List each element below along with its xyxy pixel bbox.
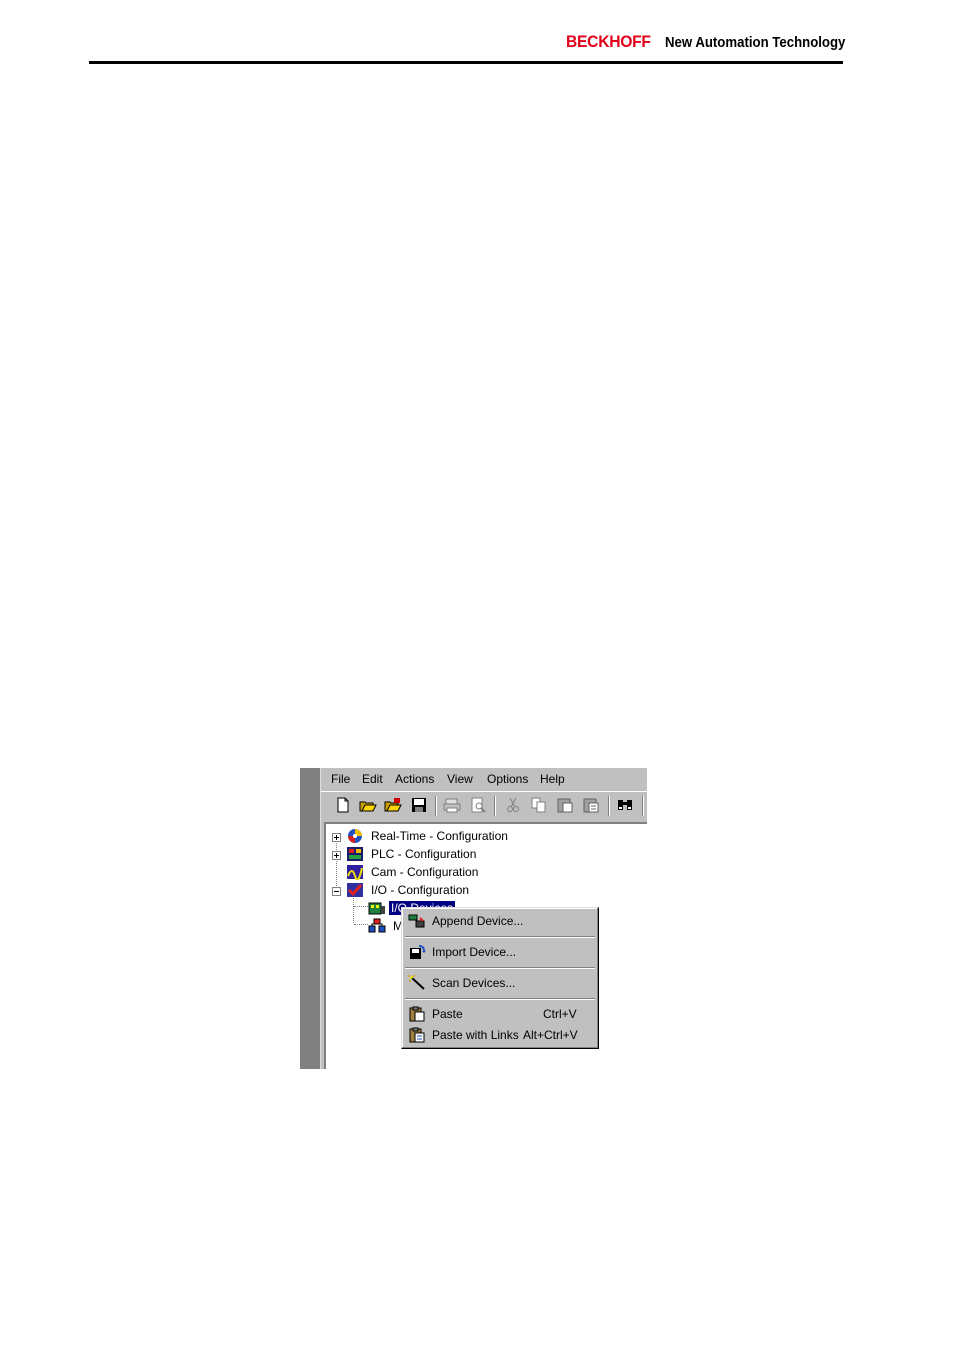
page-header: BECKHOFF New Automation Technology — [566, 32, 870, 52]
toolbar-separator — [435, 796, 437, 816]
context-item-paste[interactable]: Paste Ctrl+V — [405, 1004, 595, 1024]
open-folder-icon[interactable] — [359, 796, 377, 814]
header-rule — [89, 61, 843, 64]
toolbar-separator — [494, 796, 496, 816]
collapse-icon[interactable] — [332, 887, 341, 896]
brand-logo: BECKHOFF — [566, 32, 651, 51]
paste-links-toolbar-icon[interactable] — [582, 796, 600, 814]
save-icon[interactable] — [410, 796, 428, 814]
paste-icon — [409, 1006, 425, 1022]
menubar-divider — [321, 791, 647, 792]
menu-help[interactable]: Help — [540, 772, 565, 786]
brand-tagline: New Automation Technology — [664, 34, 845, 51]
context-item-shortcut: Alt+Ctrl+V — [523, 1028, 578, 1042]
import-device-icon — [410, 945, 426, 959]
context-item-label: Paste with Links — [432, 1028, 519, 1042]
io-config-icon — [347, 883, 363, 897]
print-preview-icon[interactable] — [469, 796, 487, 814]
menu-bar: File Edit Actions View Options Help — [324, 768, 647, 790]
append-device-icon — [408, 914, 425, 928]
menu-separator — [405, 967, 595, 969]
menu-view[interactable]: View — [447, 772, 473, 786]
context-item-shortcut: Ctrl+V — [543, 1007, 577, 1021]
menu-separator — [405, 936, 595, 938]
window-left-strip — [300, 768, 320, 1069]
expand-icon[interactable] — [332, 851, 341, 860]
cam-config-icon — [347, 865, 363, 880]
tree-connector — [353, 894, 355, 923]
window-left-edge — [320, 768, 321, 1069]
tree-item-label: I/O - Configuration — [371, 883, 470, 897]
paste-toolbar-icon[interactable] — [556, 796, 574, 814]
menu-file[interactable]: File — [331, 772, 350, 786]
context-item-import-device[interactable]: Import Device... — [405, 942, 595, 962]
find-binoculars-icon[interactable] — [616, 796, 634, 814]
context-item-paste-with-links[interactable]: Paste with Links Alt+Ctrl+V — [405, 1025, 595, 1045]
expand-icon[interactable] — [332, 833, 341, 842]
tree-connector — [336, 838, 338, 892]
cut-icon[interactable] — [504, 796, 522, 814]
plc-config-icon — [347, 847, 363, 861]
menu-edit[interactable]: Edit — [362, 772, 383, 786]
toolbar — [324, 794, 647, 818]
tree-item-label: Cam - Configuration — [371, 865, 479, 879]
toolbar-separator — [642, 796, 644, 816]
scan-devices-icon — [408, 975, 425, 990]
context-menu: Append Device... Import Device... Scan D… — [401, 907, 599, 1049]
copy-icon[interactable] — [530, 796, 548, 814]
paste-links-icon — [409, 1027, 425, 1043]
context-item-append-device[interactable]: Append Device... — [405, 911, 595, 931]
tree-connector — [354, 906, 368, 908]
print-icon[interactable] — [443, 796, 461, 814]
realtime-config-icon — [348, 829, 362, 843]
tree-item-label: Real-Time - Configuration — [371, 829, 508, 843]
toolbar-separator — [608, 796, 610, 816]
io-devices-icon — [368, 902, 385, 915]
context-item-label: Append Device... — [432, 914, 524, 928]
context-item-scan-devices[interactable]: Scan Devices... — [405, 973, 595, 993]
tree-connector — [354, 924, 368, 926]
context-item-label: Paste — [432, 1007, 463, 1021]
context-item-label: Import Device... — [432, 945, 517, 959]
open-config-icon[interactable] — [384, 796, 402, 814]
mappings-icon — [368, 918, 386, 933]
tree-item-label: PLC - Configuration — [371, 847, 477, 861]
context-item-label: Scan Devices... — [432, 976, 516, 990]
new-file-icon[interactable] — [334, 796, 352, 814]
menu-separator — [405, 998, 595, 1000]
menu-options[interactable]: Options — [487, 772, 528, 786]
menu-actions[interactable]: Actions — [395, 772, 434, 786]
